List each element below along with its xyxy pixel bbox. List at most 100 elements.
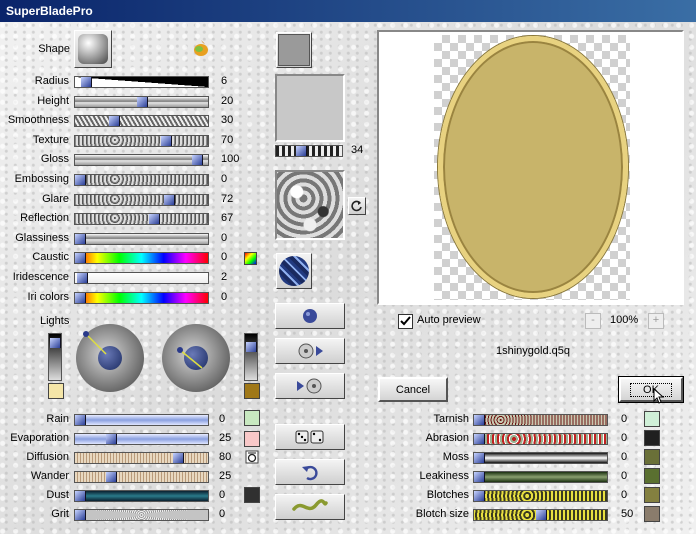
light1-direction-control[interactable]	[76, 324, 144, 392]
cancel-button[interactable]: Cancel	[378, 377, 448, 402]
radius-label: Radius	[34, 75, 69, 87]
squiggle-button[interactable]	[275, 494, 345, 520]
rain-slider[interactable]	[74, 414, 209, 426]
grit-thumb[interactable]	[75, 510, 86, 520]
reflection-thumb[interactable]	[149, 214, 160, 225]
light2-intensity-slider[interactable]	[244, 333, 258, 381]
reflection-slider[interactable]	[74, 213, 209, 226]
texture-scale-slider[interactable]	[275, 145, 343, 157]
glare-thumb[interactable]	[164, 194, 175, 205]
blotch-size-slider[interactable]	[473, 509, 608, 521]
diffusion-slider[interactable]	[74, 452, 209, 464]
glare-slider[interactable]	[74, 193, 209, 206]
sphere-button[interactable]	[275, 303, 345, 329]
rain-swatch-color[interactable]	[244, 410, 260, 426]
smoothness-label: Smoothness	[7, 114, 69, 127]
iridescence-label: Iridescence	[12, 271, 69, 283]
prev-preset-button[interactable]	[275, 373, 345, 399]
grit-slider[interactable]	[74, 509, 209, 521]
diffusion-toggle-icon[interactable]	[245, 450, 259, 464]
texture-scale-thumb[interactable]	[296, 146, 307, 156]
light2-color-swatch[interactable]	[244, 383, 260, 399]
iri-colors-slider[interactable]	[74, 291, 209, 304]
radius-value: 6	[221, 75, 228, 87]
rain-thumb[interactable]	[75, 415, 86, 425]
leak-swatch-color[interactable]	[644, 468, 660, 484]
diffusion-thumb[interactable]	[173, 453, 184, 463]
radius-slider[interactable]	[74, 76, 209, 88]
tarnish-slider[interactable]	[473, 414, 608, 426]
dust-thumb[interactable]	[75, 491, 86, 501]
dust-slider[interactable]	[74, 490, 209, 502]
iri-colors-thumb[interactable]	[75, 292, 86, 303]
texture-value: 70	[221, 133, 234, 146]
tarnish-thumb[interactable]	[474, 415, 485, 425]
texture-thumb[interactable]	[161, 135, 172, 146]
auto-preview-checkbox[interactable]	[398, 314, 413, 329]
glassiness-slider[interactable]	[74, 232, 209, 245]
caustic-color-swatch[interactable]	[244, 252, 257, 265]
glassiness-thumb[interactable]	[75, 233, 86, 244]
ok-button[interactable]: OK	[618, 376, 684, 403]
environment-map-button[interactable]	[276, 253, 312, 289]
light2-intensity-thumb[interactable]	[246, 342, 257, 352]
blotch-swatch-color[interactable]	[644, 487, 660, 503]
color-swatch-button[interactable]	[276, 32, 312, 68]
abrasion-thumb[interactable]	[474, 434, 485, 444]
embossing-slider[interactable]	[74, 174, 209, 186]
zoom-in-button[interactable]: +	[648, 313, 664, 329]
dice-icon	[295, 430, 324, 444]
lights-label: Lights	[40, 315, 70, 327]
evaporation-slider[interactable]	[74, 433, 209, 445]
wander-slider[interactable]	[74, 471, 209, 483]
blotches-slider[interactable]	[473, 490, 608, 502]
caustic-thumb[interactable]	[75, 253, 86, 264]
light2-direction-control[interactable]	[162, 324, 230, 392]
blotchsize-swatch-color[interactable]	[644, 506, 660, 522]
cursor-icon	[653, 388, 665, 404]
gloss-slider[interactable]	[74, 154, 209, 167]
gem-icon[interactable]	[191, 38, 211, 58]
blotches-thumb[interactable]	[474, 491, 485, 501]
embossing-thumb[interactable]	[75, 175, 86, 185]
moss-swatch-color[interactable]	[644, 449, 660, 465]
texture-preview[interactable]	[275, 170, 345, 240]
blotch-size-thumb[interactable]	[536, 510, 547, 520]
dust-swatch-color[interactable]	[244, 487, 260, 503]
refresh-texture-button[interactable]	[348, 197, 366, 215]
light1-color-swatch[interactable]	[48, 383, 64, 399]
light1-intensity-thumb[interactable]	[50, 338, 61, 348]
abrasion-slider[interactable]	[473, 433, 608, 445]
iridescence-slider[interactable]	[74, 272, 209, 284]
evaporation-thumb[interactable]	[106, 434, 117, 444]
radius-thumb[interactable]	[81, 77, 92, 87]
texture-slider[interactable]	[74, 134, 209, 147]
next-preset-button[interactable]	[275, 338, 345, 364]
height-thumb[interactable]	[137, 96, 148, 107]
caustic-slider[interactable]	[74, 252, 209, 265]
iridescence-thumb[interactable]	[77, 273, 88, 283]
zoom-out-button[interactable]: -	[585, 313, 601, 329]
cd-forward-icon	[298, 343, 323, 359]
leakiness-thumb[interactable]	[474, 472, 485, 482]
tarnish-swatch-color[interactable]	[644, 411, 660, 427]
moss-thumb[interactable]	[474, 453, 485, 463]
evap-swatch-color[interactable]	[244, 431, 260, 447]
abrasion-swatch-color[interactable]	[644, 430, 660, 446]
wander-thumb[interactable]	[106, 472, 117, 482]
shape-button[interactable]	[74, 30, 112, 68]
smoothness-slider[interactable]	[74, 115, 209, 128]
moss-slider[interactable]	[473, 452, 608, 464]
undo-button[interactable]	[275, 459, 345, 485]
reflection-value: 67	[221, 212, 234, 225]
embossing-value: 0	[221, 173, 228, 185]
gloss-thumb[interactable]	[192, 155, 203, 166]
rain-value: 0	[219, 413, 226, 425]
height-slider[interactable]	[74, 95, 209, 108]
leakiness-slider[interactable]	[473, 471, 608, 483]
light1-intensity-slider[interactable]	[48, 333, 62, 381]
caustic-label: Caustic	[32, 251, 69, 264]
smoothness-thumb[interactable]	[109, 116, 120, 127]
undo-icon	[302, 465, 318, 481]
randomize-button[interactable]	[275, 424, 345, 450]
